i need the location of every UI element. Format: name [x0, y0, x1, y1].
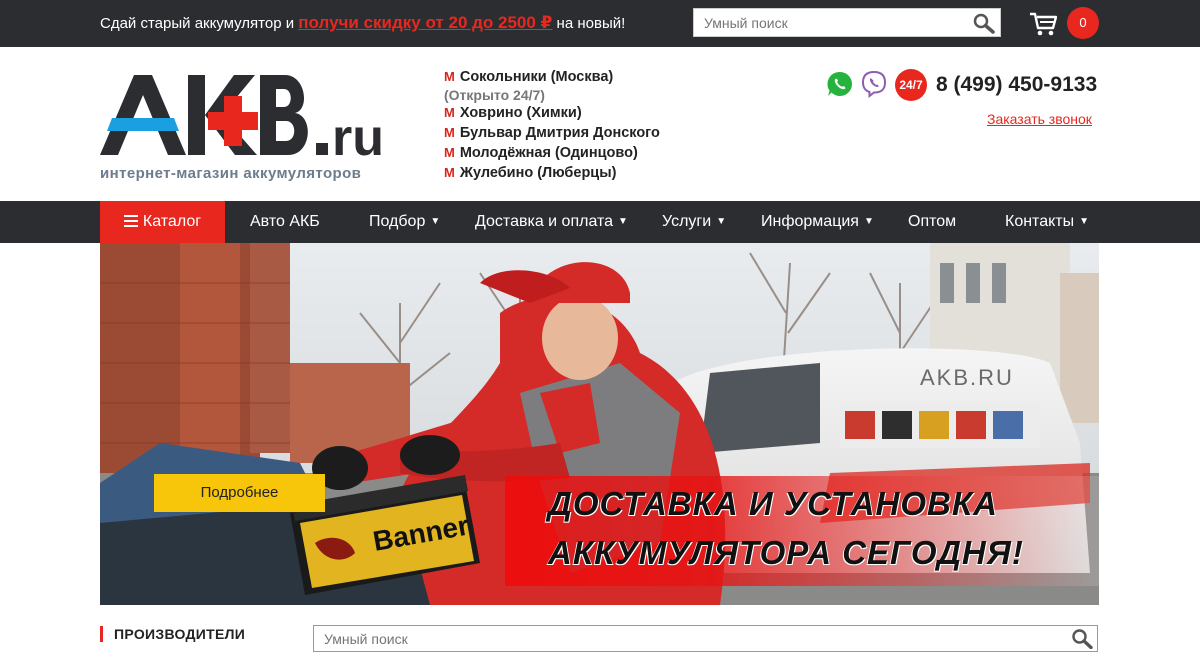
location-item[interactable]: М Жулебино (Люберцы)	[444, 163, 660, 183]
promo-prefix: Сдай старый аккумулятор и	[100, 15, 299, 32]
location-name: Молодёжная (Одинцово)	[459, 145, 638, 161]
top-bar: Сдай старый аккумулятор и получи скидку …	[0, 0, 1200, 47]
nav-label: Подбор	[369, 213, 426, 230]
metro-icon: М	[444, 165, 455, 180]
svg-text:ru: ru	[332, 109, 384, 165]
chevron-down-icon: ▼	[1079, 216, 1090, 227]
metro-icon: М	[444, 105, 455, 120]
banner-headline-1: ДОСТАВКА И УСТАНОВКА	[548, 485, 998, 522]
phone-number[interactable]: 8 (499) 450-9133	[936, 73, 1097, 97]
nav-wholesale[interactable]: Оптом	[908, 201, 956, 243]
manufacturers-heading: ПРОИЗВОДИТЕЛИ	[100, 626, 245, 642]
promo-suffix: на новый!	[552, 15, 626, 32]
metro-icon: М	[444, 69, 455, 84]
chevron-down-icon: ▼	[618, 216, 628, 227]
location-hours: (Открыто 24/7)	[444, 87, 545, 103]
banner-headline-2: АККУМУЛЯТОРА СЕГОДНЯ!	[548, 534, 1024, 571]
search-icon[interactable]	[972, 12, 996, 34]
badge-247: 24/7	[895, 69, 927, 101]
promo-discount-link[interactable]: получи скидку от 20 до 2500 ₽	[298, 13, 552, 32]
location-item[interactable]: М Бульвар Дмитрия Донского	[444, 123, 660, 143]
cart-count-badge[interactable]: 0	[1067, 7, 1099, 39]
nav-label: Доставка и оплата	[475, 213, 614, 230]
promo-text: Сдай старый аккумулятор и получи скидку …	[100, 13, 625, 33]
whatsapp-icon[interactable]	[826, 70, 854, 98]
location-item[interactable]: М Сокольники (Москва)	[444, 67, 660, 87]
store-locations: М Сокольники (Москва) (Открыто 24/7) М Хов…	[444, 67, 660, 183]
location-item[interactable]: М Молодёжная (Одинцово)	[444, 143, 660, 163]
nav-label: Контакты	[1005, 213, 1075, 230]
search-icon[interactable]	[1071, 628, 1093, 650]
nav-info[interactable]: Информация ▼	[761, 201, 874, 243]
metro-icon: М	[444, 145, 455, 160]
menu-icon	[123, 215, 138, 227]
nav-auto-akb[interactable]: Авто АКБ	[250, 201, 320, 243]
nav-services[interactable]: Услуги ▼	[662, 201, 726, 243]
location-item[interactable]: М Ховрино (Химки)	[444, 103, 660, 123]
nav-delivery[interactable]: Доставка и оплата ▼	[475, 201, 628, 243]
nav-contacts[interactable]: Контакты ▼	[1005, 201, 1089, 243]
nav-label: Услуги	[662, 213, 712, 230]
metro-icon: М	[444, 125, 455, 140]
viber-icon[interactable]	[860, 70, 888, 99]
location-name: Ховрино (Химки)	[459, 105, 582, 121]
nav-podbor[interactable]: Подбор ▼	[369, 201, 440, 243]
main-nav: Каталог Авто АКБ Подбор ▼ Доставка и опла…	[0, 201, 1200, 243]
cart-icon[interactable]	[1029, 11, 1058, 37]
nav-label: Оптом	[908, 213, 957, 230]
logo-subtitle: интернет-магазин аккумуляторов	[100, 165, 362, 182]
location-name: Сокольники (Москва)	[459, 69, 614, 85]
top-search-input[interactable]	[694, 9, 964, 36]
chevron-down-icon: ▼	[430, 216, 441, 227]
location-name: Жулебино (Люберцы)	[459, 165, 617, 181]
van-logo-text: AKB.RU	[920, 365, 1014, 390]
top-search-box	[693, 8, 1001, 37]
callback-link[interactable]: Заказать звонок	[987, 111, 1092, 127]
chevron-down-icon: ▼	[863, 216, 874, 227]
chevron-down-icon: ▼	[716, 216, 727, 227]
nav-label: Информация	[761, 213, 859, 230]
bottom-search-input[interactable]	[314, 626, 1054, 651]
nav-catalog-label: Каталог	[142, 213, 202, 230]
nav-label: Авто АКБ	[250, 213, 320, 230]
more-button[interactable]: Подробнее	[154, 474, 325, 512]
bottom-search-box	[313, 625, 1098, 652]
nav-catalog[interactable]: Каталог	[100, 201, 225, 243]
location-name: Бульвар Дмитрия Донского	[459, 125, 660, 141]
